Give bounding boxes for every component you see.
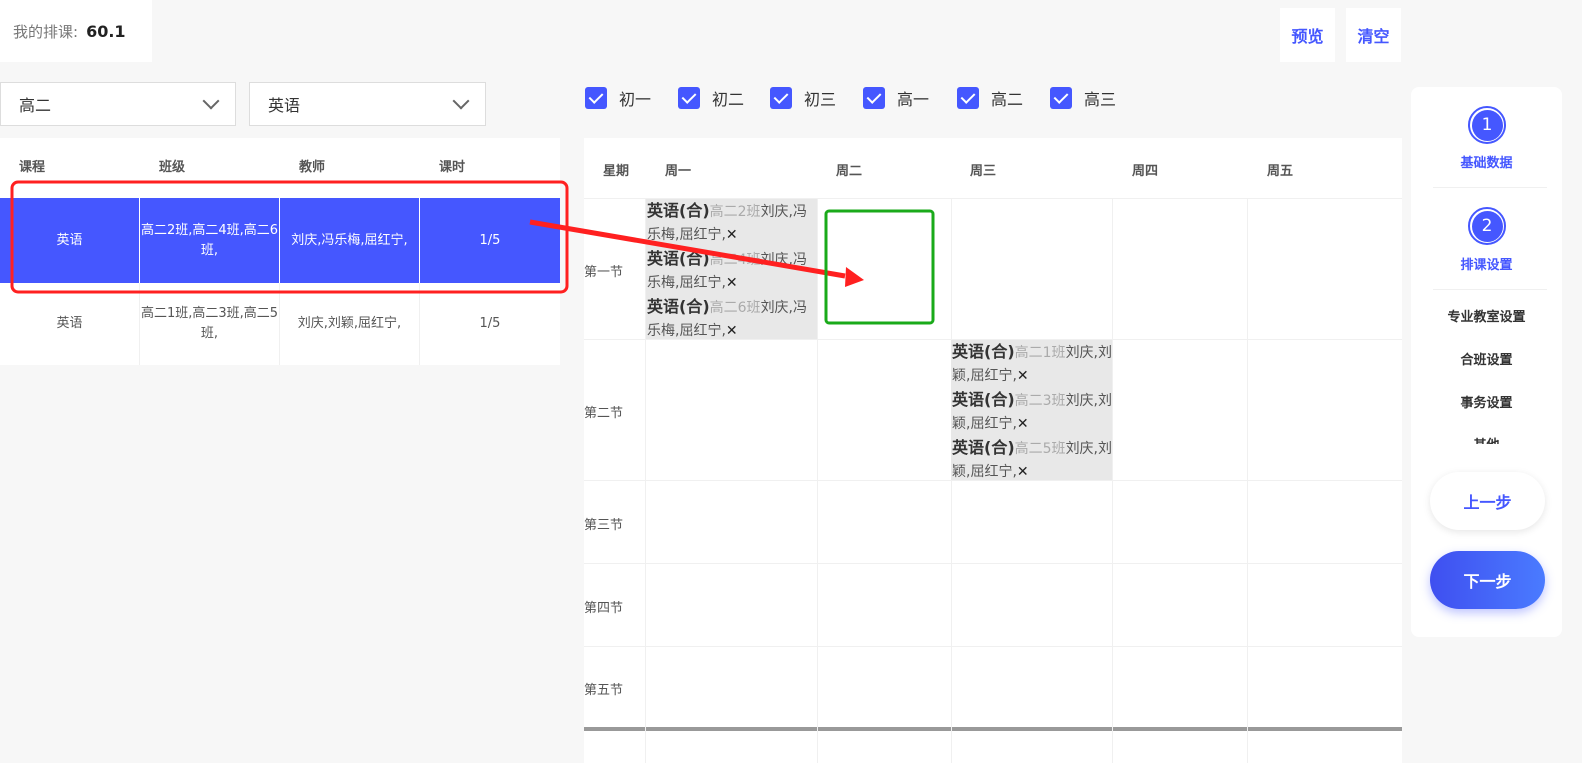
red-highlight-box <box>10 180 569 294</box>
annotation-overlay <box>10 180 935 325</box>
arrow-head-icon <box>845 267 864 287</box>
green-target-box <box>824 209 935 325</box>
arrow-shaft <box>529 219 846 279</box>
